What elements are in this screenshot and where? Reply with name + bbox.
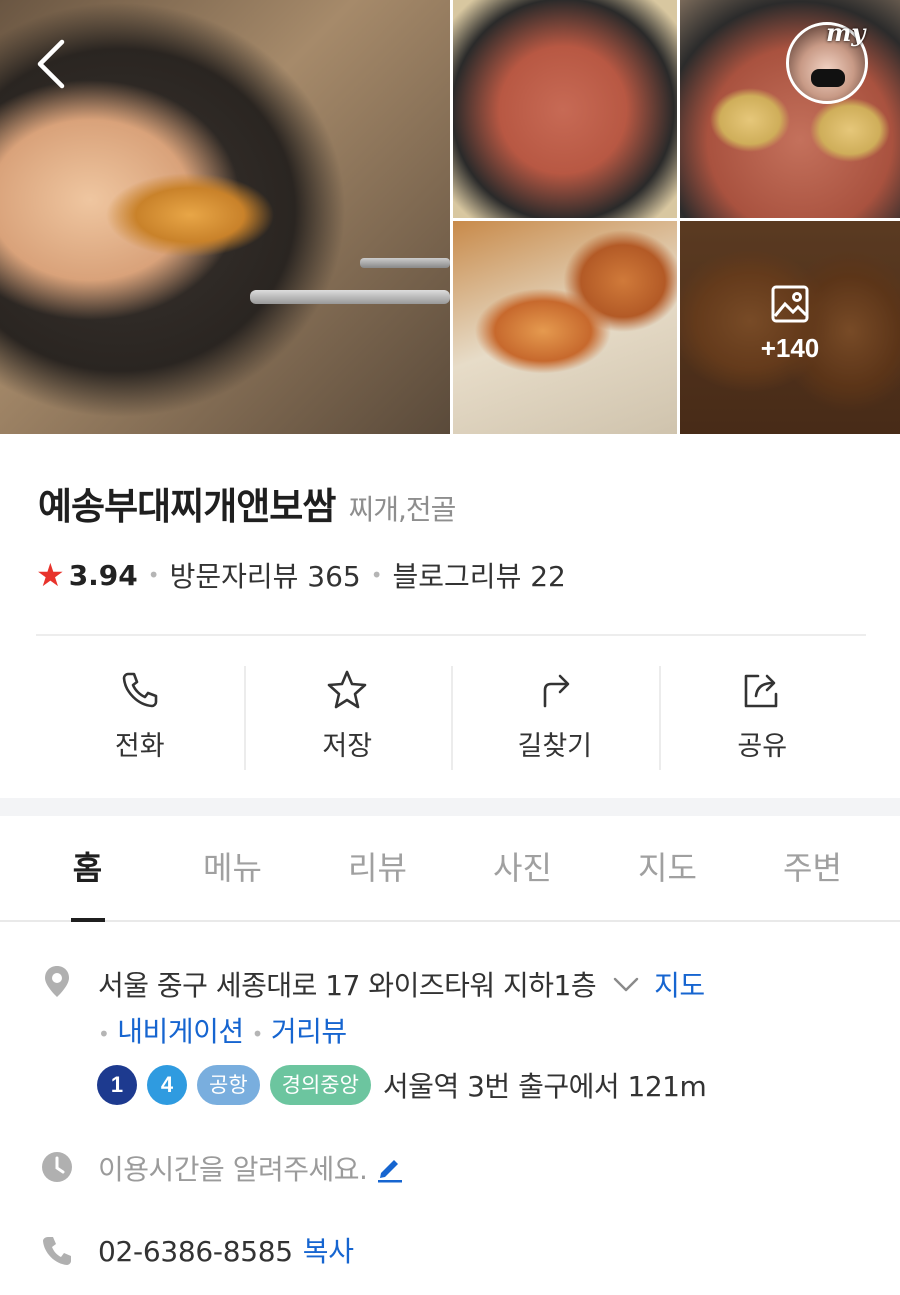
photo-thumb-more[interactable]: +140 — [680, 221, 900, 434]
hours-row: 이용시간을 알려주세요. — [98, 1148, 405, 1188]
place-category: 찌개,전골 — [348, 493, 456, 526]
hours-prompt: 이용시간을 알려주세요. — [98, 1153, 368, 1186]
separator-dot: • — [370, 563, 383, 587]
share-button[interactable]: 공유 — [658, 664, 867, 772]
section-gap — [0, 798, 900, 816]
navigation-link[interactable]: 내비게이션 — [117, 1015, 244, 1048]
visitor-reviews-link[interactable]: 방문자리뷰 365 — [170, 555, 361, 595]
tongs-graphic — [250, 290, 450, 304]
directions-button[interactable]: 길찾기 — [451, 664, 659, 772]
photo-thumb-3[interactable] — [453, 221, 677, 434]
chevron-left-icon — [37, 39, 65, 89]
subway-line-4-badge: 4 — [147, 1065, 187, 1105]
place-title-row: 예송부대찌개앤보쌈 찌개,전골 — [38, 476, 456, 530]
location-pin-icon — [45, 966, 69, 997]
clock-icon — [42, 1152, 72, 1182]
action-bar: 전화 저장 길찾기 공유 — [36, 664, 866, 772]
separator-dot: • — [251, 1022, 264, 1046]
copy-phone-link[interactable]: 복사 — [303, 1235, 354, 1268]
address-row: 서울 중구 세종대로 17 와이즈타워 지하1층 지도 — [98, 964, 705, 1004]
address-links-row: • 내비게이션 • 거리뷰 — [98, 1010, 347, 1050]
phone-icon — [122, 672, 158, 708]
chopsticks-graphic — [360, 258, 450, 268]
separator-dot: • — [147, 563, 160, 587]
more-photos: +140 — [680, 283, 900, 364]
map-link[interactable]: 지도 — [654, 964, 705, 1004]
image-icon — [771, 285, 809, 323]
subway-airport-badge: 공항 — [197, 1065, 260, 1105]
photo-gallery: +140 my — [0, 0, 900, 434]
rating-score: 3.94 — [68, 558, 138, 592]
place-name: 예송부대찌개앤보쌈 — [38, 485, 336, 528]
avatar-mask-graphic — [811, 69, 845, 87]
rating-row: ★ 3.94 • 방문자리뷰 365 • 블로그리뷰 22 — [36, 555, 566, 595]
divider — [36, 634, 866, 636]
tab-nearby[interactable]: 주변 — [740, 816, 885, 920]
tab-photos[interactable]: 사진 — [450, 816, 595, 920]
tab-bar: 홈 메뉴 리뷰 사진 지도 주변 — [0, 816, 900, 922]
subway-row: 1 4 공항 경의중앙 서울역 3번 출구에서 121m — [97, 1065, 707, 1105]
photo-thumb-2[interactable] — [680, 0, 900, 218]
directions-button-label: 길찾기 — [517, 731, 593, 762]
star-icon — [327, 670, 367, 709]
share-icon — [744, 674, 778, 708]
street-view-link[interactable]: 거리뷰 — [271, 1015, 347, 1048]
subway-line-1-badge: 1 — [97, 1065, 137, 1105]
call-button-label: 전화 — [114, 731, 165, 762]
tab-map[interactable]: 지도 — [595, 816, 740, 920]
pencil-icon[interactable] — [375, 1153, 405, 1183]
phone-number[interactable]: 02-6386-8585 — [98, 1235, 293, 1268]
tab-menu[interactable]: 메뉴 — [160, 816, 305, 920]
directions-icon — [543, 674, 570, 708]
tab-reviews[interactable]: 리뷰 — [305, 816, 450, 920]
photo-thumb-1[interactable] — [453, 0, 677, 218]
subway-gyeongui-badge: 경의중앙 — [269, 1065, 371, 1105]
rating-star-icon: ★ — [36, 556, 65, 594]
phone-row: 02-6386-8585 복사 — [98, 1230, 354, 1270]
more-photos-count: +140 — [760, 333, 820, 363]
address-text: 서울 중구 세종대로 17 와이즈타워 지하1층 — [98, 969, 597, 1002]
call-button[interactable]: 전화 — [36, 664, 244, 772]
chevron-down-icon[interactable] — [612, 970, 640, 998]
avatar-label: my — [826, 18, 866, 47]
blog-reviews-link[interactable]: 블로그리뷰 22 — [393, 555, 566, 595]
back-button[interactable] — [32, 38, 72, 90]
save-button[interactable]: 저장 — [243, 664, 452, 772]
tab-home[interactable]: 홈 — [15, 816, 160, 922]
phone-icon — [43, 1237, 71, 1265]
subway-distance-text: 서울역 3번 출구에서 121m — [382, 1070, 707, 1103]
save-button-label: 저장 — [322, 731, 373, 762]
separator-dot: • — [98, 1022, 110, 1046]
share-button-label: 공유 — [737, 731, 788, 762]
